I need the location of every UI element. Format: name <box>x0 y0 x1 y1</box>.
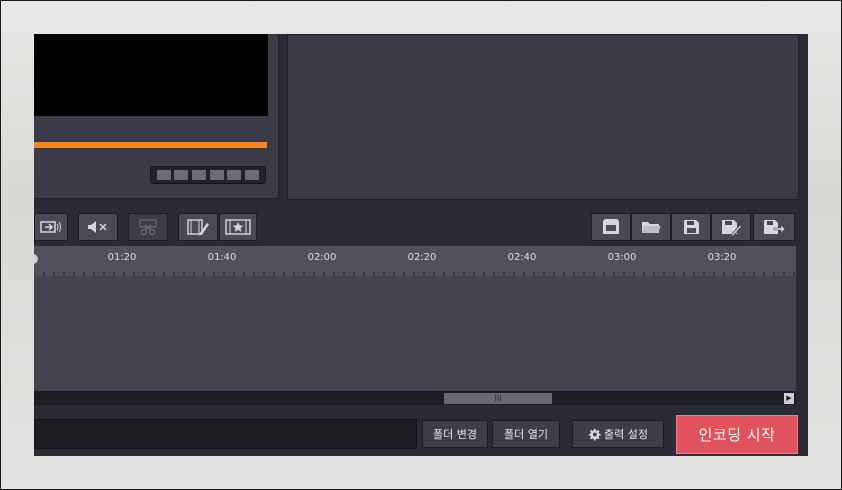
file-list-panel <box>287 34 799 200</box>
film-star-icon <box>225 219 251 235</box>
effects-button[interactable] <box>219 213 257 241</box>
floppy-edit-icon <box>722 220 742 236</box>
ruler-ticks <box>34 272 795 276</box>
timeline-vertical-scrollbar[interactable] <box>796 246 808 405</box>
ruler-label: 02:20 <box>407 252 437 263</box>
timeline-toolbar <box>34 210 808 244</box>
output-settings-label: 출력 설정 <box>604 428 648 441</box>
new-project-icon <box>603 219 619 234</box>
open-project-button[interactable] <box>631 213 671 241</box>
save-project-button[interactable] <box>671 213 711 241</box>
playhead-marker-icon[interactable] <box>34 252 40 266</box>
mute-icon <box>88 221 107 233</box>
ruler-label: 03:00 <box>607 252 637 263</box>
output-settings-button[interactable]: 출력 설정 <box>572 420 664 448</box>
audio-track[interactable] <box>34 322 796 358</box>
start-encoding-button[interactable]: 인코딩 시작 <box>676 415 798 454</box>
video-preview <box>34 34 268 116</box>
floppy-export-icon <box>764 220 786 234</box>
timeline-horizontal-scrollbar[interactable]: III ▶ <box>34 391 796 405</box>
ruler-label: 02:40 <box>507 252 537 263</box>
output-folder-path <box>34 419 417 449</box>
film-edit-icon <box>187 219 209 236</box>
audio-output-button[interactable] <box>34 213 68 241</box>
gear-icon <box>588 428 601 441</box>
playback-progress-bar[interactable] <box>34 142 267 148</box>
subtitle-track[interactable] <box>34 357 796 391</box>
ruler-label: 03:20 <box>707 252 737 263</box>
ruler-label: 02:00 <box>307 252 337 263</box>
scissors-icon <box>139 219 157 236</box>
scroll-right-arrow-icon[interactable]: ▶ <box>784 393 794 404</box>
seek-jog-control[interactable] <box>150 166 266 184</box>
folder-open-icon <box>642 222 661 233</box>
mute-button[interactable] <box>78 213 118 241</box>
video-track[interactable] <box>34 276 796 323</box>
export-project-button[interactable] <box>753 213 795 241</box>
new-project-button[interactable] <box>591 213 631 241</box>
open-folder-button[interactable]: 폴더 열기 <box>492 420 560 448</box>
scrollbar-thumb[interactable]: III <box>444 393 552 404</box>
ruler-label: 01:20 <box>107 252 137 263</box>
ruler-label: 01:40 <box>207 252 237 263</box>
timeline-ruler[interactable]: 01:20 01:40 02:00 02:20 02:40 03:00 03:2… <box>34 246 796 276</box>
save-as-button[interactable] <box>711 213 751 241</box>
encoder-app: 01:20 01:40 02:00 02:20 02:40 03:00 03:2… <box>34 34 808 456</box>
playback-progress-fill <box>34 142 267 148</box>
change-folder-button[interactable]: 폴더 변경 <box>422 420 488 448</box>
cut-button[interactable] <box>128 213 168 241</box>
preview-panel <box>34 34 279 199</box>
audio-output-icon <box>40 221 61 233</box>
edit-clip-button[interactable] <box>178 213 218 241</box>
floppy-disk-icon <box>684 220 699 234</box>
